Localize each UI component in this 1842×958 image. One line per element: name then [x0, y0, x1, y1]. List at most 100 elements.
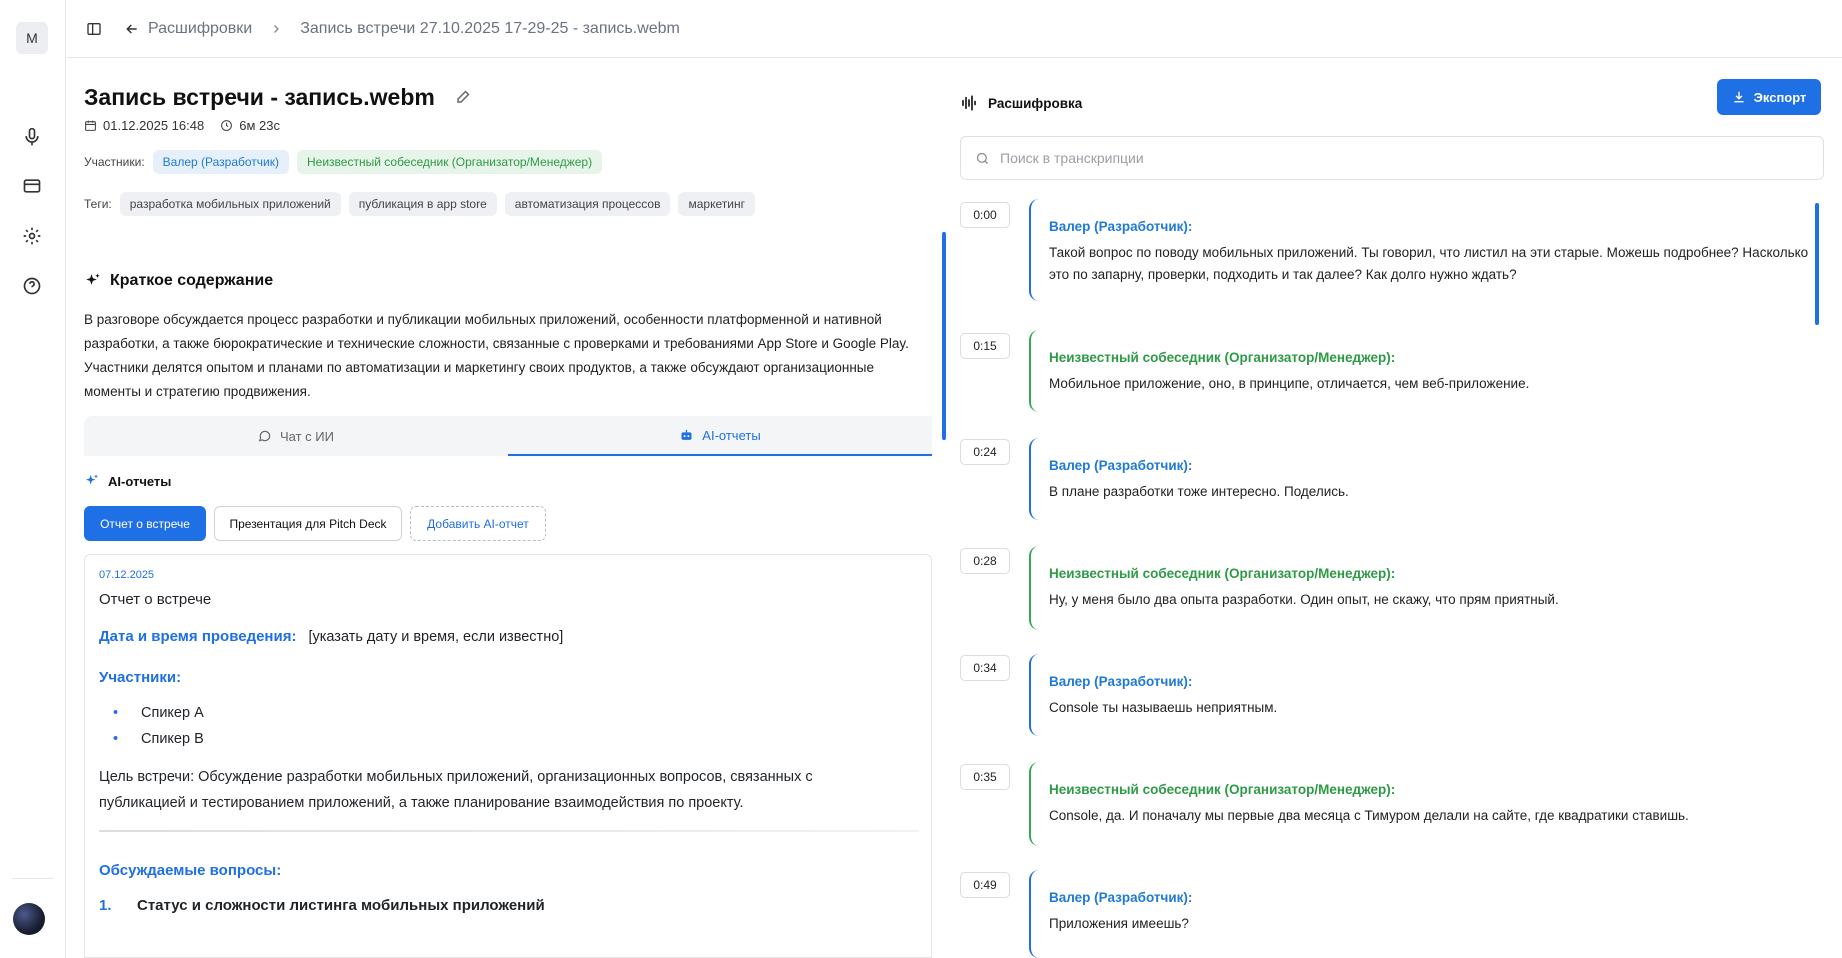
sidebar-toggle-icon[interactable]	[86, 21, 102, 37]
timestamp[interactable]: 0:28	[960, 548, 1010, 574]
meeting-date: 01.12.2025 16:48	[103, 118, 205, 133]
export-label: Экспорт	[1753, 89, 1807, 105]
chat-bubble-icon	[258, 429, 272, 443]
timestamp[interactable]: 0:24	[960, 439, 1010, 465]
entry-text: Console, да. И поначалу мы первые два ме…	[1049, 808, 1689, 823]
speaker-name: Валер (Разработчик):	[1049, 219, 1193, 234]
robot-icon	[679, 428, 694, 443]
report-datetime-label: Дата и время проведения:	[99, 628, 297, 645]
card-icon[interactable]	[20, 174, 44, 198]
waveform-icon	[960, 94, 978, 112]
sidebar-divider	[12, 878, 54, 879]
entry-text: Такой вопрос по поводу мобильных приложе…	[1049, 245, 1809, 282]
search-input[interactable]: Поиск в транскрипции	[1000, 150, 1144, 166]
divider	[99, 830, 919, 832]
speaker-name: Неизвестный собеседник (Организатор/Мене…	[1049, 566, 1396, 581]
speaker-name: Валер (Разработчик):	[1049, 890, 1193, 905]
timestamp[interactable]: 0:49	[960, 872, 1010, 898]
report-content: 07.12.2025 Отчет о встрече Дата и время …	[84, 554, 932, 958]
speaker-name: Неизвестный собеседник (Организатор/Мене…	[1049, 782, 1396, 797]
transcript-entry: Валер (Разработчик): Приложения имеешь?	[1029, 870, 1809, 958]
tabs: Чат с ИИ AI-отчеты	[84, 416, 932, 456]
timestamp[interactable]: 0:00	[960, 202, 1010, 228]
summary-title: Краткое содержание	[110, 272, 274, 289]
mic-icon[interactable]	[20, 125, 44, 149]
transcript-entry: Валер (Разработчик): Console ты называеш…	[1029, 654, 1809, 736]
transcript-entry: Неизвестный собеседник (Организатор/Мене…	[1029, 762, 1809, 846]
report-date: 07.12.2025	[99, 569, 155, 581]
add-ai-report-button[interactable]: Добавить AI-отчет	[410, 506, 546, 541]
user-avatar[interactable]	[13, 903, 45, 935]
speaker-name: Неизвестный собеседник (Организатор/Мене…	[1049, 350, 1396, 365]
transcript-scrollbar[interactable]	[1815, 203, 1819, 325]
transcript-entry: Валер (Разработчик): Такой вопрос по пов…	[1029, 199, 1809, 301]
transcript-pane: Расшифровка Экспорт Поиск в транскрипции…	[960, 58, 1842, 958]
issue-title: Статус и сложности листинга мобильных пр…	[137, 897, 545, 914]
meeting-title: Запись встречи - запись.webm	[84, 84, 435, 110]
entry-text: Приложения имеешь?	[1049, 916, 1189, 931]
transcript-title: Расшифровка	[988, 95, 1083, 111]
report-goal: Цель встречи: Обсуждение разработки моби…	[99, 769, 813, 811]
participant-chip[interactable]: Неизвестный собеседник (Организатор/Мене…	[297, 150, 603, 174]
entry-text: Console ты называешь неприятным.	[1049, 700, 1278, 715]
entry-text: Мобильное приложение, оно, в принципе, о…	[1049, 376, 1530, 391]
calendar-icon	[84, 119, 97, 132]
report-heading: Отчет о встрече	[99, 591, 212, 608]
tags-row: Теги: разработка мобильных приложений пу…	[84, 192, 763, 216]
ai-reports-title: AI-отчеты	[108, 473, 172, 489]
transcript-entry: Валер (Разработчик): В плане разработки …	[1029, 438, 1809, 520]
ai-reports-heading: AI-отчеты	[84, 473, 171, 489]
summary-heading: Краткое содержание	[84, 272, 273, 290]
list-item: Спикер B	[141, 731, 204, 747]
tab-ai-reports[interactable]: AI-отчеты	[508, 416, 932, 456]
edit-icon[interactable]	[455, 84, 473, 111]
participant-chip[interactable]: Валер (Разработчик)	[152, 150, 290, 174]
meeting-duration: 6м 23с	[239, 118, 280, 133]
meeting-details-pane: Запись встречи - запись.webm 01.12.2025 …	[84, 58, 936, 958]
sparkles-icon	[84, 272, 102, 290]
tag-chip[interactable]: разработка мобильных приложений	[119, 192, 341, 216]
breadcrumb-current: Запись встречи 27.10.2025 17-29-25 - зап…	[300, 19, 680, 37]
report-participants-label: Участники:	[99, 669, 182, 686]
list-number: 1.	[99, 897, 112, 914]
entry-text: В плане разработки тоже интересно. Подел…	[1049, 484, 1349, 499]
workspace-avatar[interactable]: М	[16, 22, 48, 54]
timestamp[interactable]: 0:34	[960, 655, 1010, 681]
gear-icon[interactable]	[20, 224, 44, 248]
transcript-search[interactable]: Поиск в транскрипции	[960, 136, 1824, 180]
participants-label: Участники:	[84, 155, 145, 169]
transcript-entry: Неизвестный собеседник (Организатор/Мене…	[1029, 546, 1809, 630]
breadcrumb-back-link[interactable]: Расшифровки	[148, 20, 252, 38]
speaker-name: Валер (Разработчик):	[1049, 458, 1193, 473]
entry-text: Ну, у меня было два опыта разработки. Од…	[1049, 592, 1559, 607]
sidebar: М	[0, 0, 66, 958]
page-title: Запись встречи - запись.webm	[84, 84, 473, 111]
back-arrow-icon[interactable]	[124, 21, 140, 37]
topbar: Расшифровки Запись встречи 27.10.2025 17…	[66, 0, 1842, 58]
breadcrumb: Расшифровки Запись встречи 27.10.2025 17…	[140, 20, 680, 38]
report-datetime-value: [указать дату и время, если известно]	[308, 628, 564, 645]
tag-chip[interactable]: автоматизация процессов	[504, 192, 671, 216]
left-scrollbar[interactable]	[942, 232, 946, 440]
timestamp[interactable]: 0:35	[960, 764, 1010, 790]
transcript-entry: Неизвестный собеседник (Организатор/Мене…	[1029, 330, 1809, 412]
pitch-deck-button[interactable]: Презентация для Pitch Deck	[214, 506, 402, 541]
export-button[interactable]: Экспорт	[1717, 79, 1821, 115]
tag-chip[interactable]: публикация в app store	[348, 192, 497, 216]
tab-label: Чат с ИИ	[280, 428, 334, 444]
meeting-meta: 01.12.2025 16:48 6м 23с	[84, 118, 280, 133]
summary-text: В разговоре обсуждается процесс разработ…	[84, 312, 909, 399]
search-icon	[975, 151, 990, 166]
meeting-report-button[interactable]: Отчет о встрече	[84, 506, 206, 541]
download-icon	[1732, 90, 1746, 104]
tag-chip[interactable]: маркетинг	[678, 192, 755, 216]
tab-label: AI-отчеты	[702, 427, 761, 443]
participants-row: Участники: Валер (Разработчик) Неизвестн…	[84, 150, 610, 174]
clock-icon	[220, 119, 233, 132]
timestamp[interactable]: 0:15	[960, 333, 1010, 359]
list-item: Спикер A	[141, 705, 204, 721]
tab-chat[interactable]: Чат с ИИ	[84, 416, 508, 456]
report-participants-list: • Спикер A • Спикер B	[113, 705, 204, 747]
transcript-heading: Расшифровка	[960, 94, 1082, 112]
help-icon[interactable]	[20, 274, 44, 298]
